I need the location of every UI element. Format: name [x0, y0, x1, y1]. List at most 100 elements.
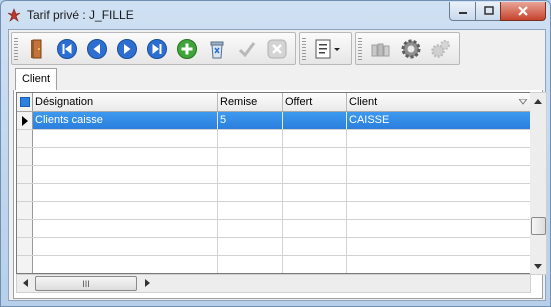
add-record-button[interactable]	[174, 36, 200, 62]
horizontal-scrollbar[interactable]: III	[16, 274, 531, 293]
advanced-settings-button[interactable]	[428, 36, 454, 62]
toolbar-grip[interactable]	[14, 37, 18, 60]
empty-cell[interactable]	[33, 202, 218, 219]
empty-cell[interactable]	[33, 166, 218, 183]
select-all-cell[interactable]	[17, 93, 33, 111]
document-menu-button[interactable]	[312, 36, 346, 62]
exit-button[interactable]	[24, 36, 50, 62]
empty-cell[interactable]	[218, 148, 283, 165]
empty-table-row[interactable]	[17, 238, 530, 256]
close-button[interactable]	[500, 2, 546, 21]
empty-table-row[interactable]	[17, 166, 530, 184]
grid-header: Désignation Remise Offert Client	[17, 93, 530, 112]
empty-cell[interactable]	[283, 202, 347, 219]
row-indicator[interactable]	[17, 148, 33, 165]
column-header-designation[interactable]: Désignation	[33, 93, 218, 111]
empty-cell[interactable]	[347, 148, 530, 165]
row-indicator[interactable]	[17, 184, 33, 201]
empty-table-row[interactable]	[17, 184, 530, 202]
previous-record-icon	[87, 38, 107, 59]
column-header-offert[interactable]: Offert	[283, 93, 347, 111]
empty-cell[interactable]	[218, 166, 283, 183]
empty-cell[interactable]	[283, 166, 347, 183]
empty-table-row[interactable]	[17, 220, 530, 238]
scroll-left-button[interactable]	[17, 275, 33, 291]
empty-cell[interactable]	[218, 238, 283, 255]
cell-designation[interactable]: Clients caisse	[33, 112, 218, 129]
row-indicator[interactable]	[17, 238, 33, 255]
maximize-button[interactable]	[475, 2, 502, 21]
empty-cell[interactable]	[218, 130, 283, 147]
cell-remise[interactable]: 5	[218, 112, 283, 129]
books-button[interactable]	[368, 36, 394, 62]
exit-door-icon	[31, 39, 42, 58]
window-title: Tarif privé : J_FILLE	[27, 8, 134, 22]
empty-table-row[interactable]	[17, 202, 530, 220]
empty-cell[interactable]	[347, 202, 530, 219]
empty-cell[interactable]	[218, 202, 283, 219]
empty-table-row[interactable]	[17, 256, 530, 273]
validate-button[interactable]	[234, 36, 260, 62]
scroll-up-button[interactable]	[530, 93, 546, 109]
empty-cell[interactable]	[347, 184, 530, 201]
filter-sort-icon[interactable]	[519, 99, 527, 105]
scroll-right-button[interactable]	[139, 275, 155, 291]
empty-cell[interactable]	[33, 220, 218, 237]
toolbar-grip[interactable]	[358, 37, 362, 60]
next-record-button[interactable]	[114, 36, 140, 62]
cell-client[interactable]: CAISSE	[347, 112, 530, 129]
horizontal-scroll-thumb[interactable]: III	[35, 276, 137, 291]
tab-client[interactable]: Client	[15, 68, 57, 91]
vertical-scrollbar[interactable]	[530, 92, 547, 275]
empty-cell[interactable]	[283, 256, 347, 273]
empty-cell[interactable]	[347, 238, 530, 255]
row-indicator[interactable]	[17, 112, 33, 129]
row-indicator[interactable]	[17, 166, 33, 183]
empty-cell[interactable]	[283, 148, 347, 165]
empty-cell[interactable]	[33, 148, 218, 165]
previous-record-button[interactable]	[84, 36, 110, 62]
vertical-scroll-thumb[interactable]	[531, 217, 546, 235]
minimize-button[interactable]	[449, 2, 477, 21]
toolbar-grip[interactable]	[302, 37, 306, 60]
empty-cell[interactable]	[283, 184, 347, 201]
tab-strip: Client	[13, 68, 541, 91]
row-indicator[interactable]	[17, 256, 33, 273]
row-indicator[interactable]	[17, 220, 33, 237]
title-bar[interactable]: Tarif privé : J_FILLE	[1, 1, 550, 29]
empty-cell[interactable]	[283, 130, 347, 147]
empty-cell[interactable]	[347, 166, 530, 183]
scroll-down-button[interactable]	[530, 258, 546, 274]
empty-cell[interactable]	[218, 256, 283, 273]
table-row[interactable]: Clients caisse 5 CAISSE	[17, 112, 530, 130]
delete-record-button[interactable]	[204, 36, 230, 62]
settings-button[interactable]	[398, 36, 424, 62]
empty-cell[interactable]	[347, 220, 530, 237]
first-record-button[interactable]	[54, 36, 80, 62]
cell-offert[interactable]	[283, 112, 347, 129]
column-header-remise[interactable]: Remise	[218, 93, 283, 111]
row-indicator[interactable]	[17, 202, 33, 219]
empty-cell[interactable]	[33, 238, 218, 255]
empty-table-row[interactable]	[17, 148, 530, 166]
empty-cell[interactable]	[218, 220, 283, 237]
cancel-button[interactable]	[264, 36, 290, 62]
empty-cell[interactable]	[33, 184, 218, 201]
empty-cell[interactable]	[347, 256, 530, 273]
last-record-button[interactable]	[144, 36, 170, 62]
empty-cell[interactable]	[33, 256, 218, 273]
books-icon	[371, 43, 390, 56]
toolbar	[11, 32, 463, 65]
empty-table-row[interactable]	[17, 130, 530, 148]
empty-cell[interactable]	[347, 130, 530, 147]
arrow-up-icon	[534, 98, 542, 104]
empty-cell[interactable]	[283, 220, 347, 237]
app-window: Tarif privé : J_FILLE Client Désignation…	[0, 0, 551, 307]
empty-cell[interactable]	[218, 184, 283, 201]
empty-cell[interactable]	[33, 130, 218, 147]
arrow-right-icon	[144, 279, 150, 287]
column-header-client[interactable]: Client	[347, 93, 530, 111]
arrow-down-icon	[534, 263, 542, 269]
empty-cell[interactable]	[283, 238, 347, 255]
row-indicator[interactable]	[17, 130, 33, 147]
